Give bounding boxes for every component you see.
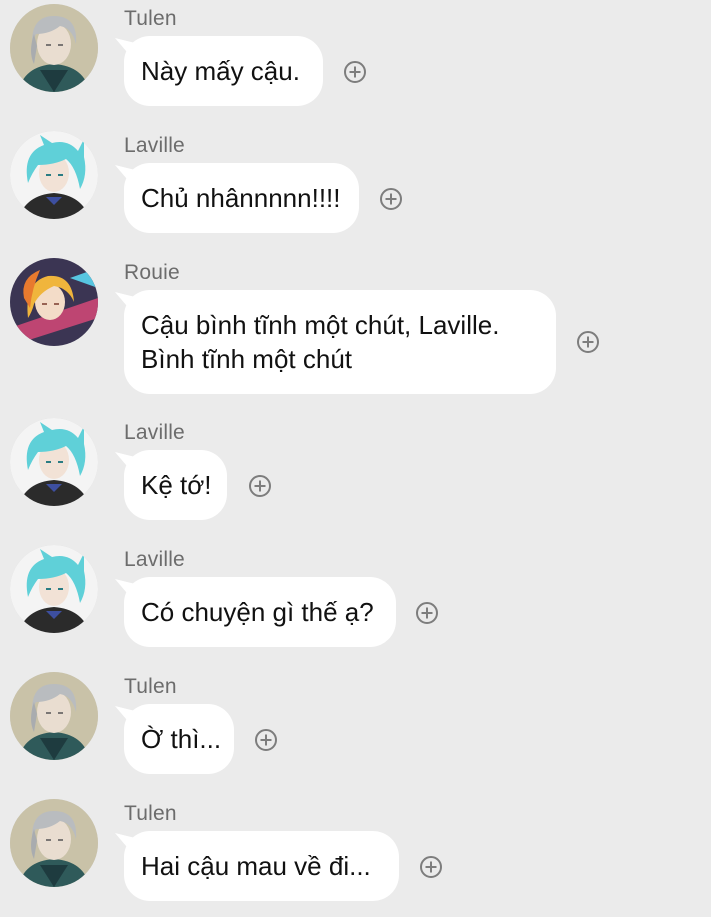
avatar[interactable]	[10, 672, 98, 760]
laville-avatar-image	[10, 545, 98, 633]
message-text: Kệ tớ!	[141, 470, 212, 500]
add-reaction-icon[interactable]	[416, 602, 438, 624]
tulen-avatar-image	[10, 4, 98, 92]
add-reaction-icon[interactable]	[380, 188, 402, 210]
sender-name: Laville	[124, 134, 185, 157]
add-reaction-icon[interactable]	[255, 729, 277, 751]
message-text: Này mấy cậu.	[141, 56, 300, 86]
add-reaction-icon[interactable]	[344, 61, 366, 83]
message-bubble[interactable]: Cậu bình tĩnh một chút, Laville. Bình tĩ…	[124, 290, 556, 394]
message-text-line-1: Cậu bình tĩnh một chút, Laville.	[141, 310, 500, 340]
sender-name: Laville	[124, 421, 185, 444]
message-bubble[interactable]: Này mấy cậu.	[124, 36, 323, 106]
sender-name: Tulen	[124, 7, 177, 30]
laville-avatar-image	[10, 418, 98, 506]
sender-name: Laville	[124, 548, 185, 571]
add-reaction-icon[interactable]	[577, 331, 599, 353]
tulen-avatar-image	[10, 672, 98, 760]
sender-name: Rouie	[124, 261, 180, 284]
tulen-avatar-image	[10, 799, 98, 887]
message-text: Có chuyện gì thế ạ?	[141, 597, 374, 627]
avatar[interactable]	[10, 131, 98, 219]
message-text-line-2: Bình tĩnh một chút	[141, 344, 353, 374]
avatar[interactable]	[10, 258, 98, 346]
sender-name: Tulen	[124, 675, 177, 698]
message-bubble[interactable]: Ờ thì...	[124, 704, 234, 774]
message-bubble[interactable]: Kệ tớ!	[124, 450, 227, 520]
message-text: Ờ thì...	[141, 724, 222, 754]
rouie-avatar-image	[10, 258, 98, 346]
message-text: Hai cậu mau về đi...	[141, 851, 371, 881]
avatar[interactable]	[10, 799, 98, 887]
avatar[interactable]	[10, 545, 98, 633]
laville-avatar-image	[10, 131, 98, 219]
message-text: Chủ nhânnnnn!!!!	[141, 183, 341, 213]
message-bubble[interactable]: Chủ nhânnnnn!!!!	[124, 163, 359, 233]
add-reaction-icon[interactable]	[249, 475, 271, 497]
avatar[interactable]	[10, 418, 98, 506]
add-reaction-icon[interactable]	[420, 856, 442, 878]
sender-name: Tulen	[124, 802, 177, 825]
message-bubble[interactable]: Có chuyện gì thế ạ?	[124, 577, 396, 647]
message-bubble[interactable]: Hai cậu mau về đi...	[124, 831, 399, 901]
avatar[interactable]	[10, 4, 98, 92]
